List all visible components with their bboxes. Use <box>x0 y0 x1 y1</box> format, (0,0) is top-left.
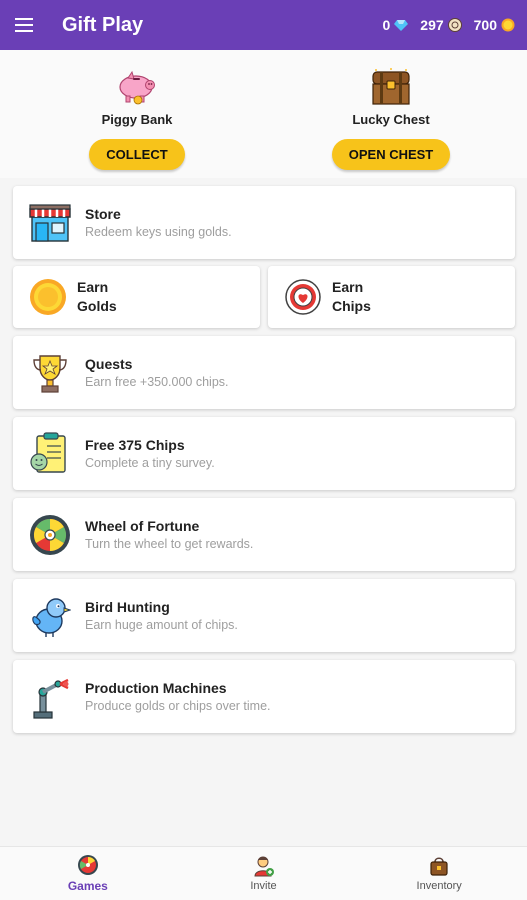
diamond-icon <box>394 20 409 31</box>
trophy-icon <box>33 354 67 393</box>
nav-games-label: Games <box>67 879 108 893</box>
bird-icon <box>32 597 71 637</box>
quests-subtitle: Earn free +350.000 chips. <box>85 375 229 389</box>
rewards-section: Piggy Bank COLLECT Lucky Chest OPEN CHES… <box>0 50 527 178</box>
chip-icon <box>447 18 462 32</box>
nav-inventory[interactable]: Inventory <box>351 847 527 900</box>
survey-card[interactable]: Free 375 Chips Complete a tiny survey. <box>13 417 515 490</box>
survey-title: Free 375 Chips <box>85 437 185 453</box>
currency-bar: 0 297 700 <box>382 17 515 33</box>
quests-card[interactable]: Quests Earn free +350.000 chips. <box>13 336 515 409</box>
games-wheel-icon <box>77 855 98 875</box>
wheel-title: Wheel of Fortune <box>85 518 200 534</box>
earn-chips-line1: Earn <box>332 279 364 295</box>
survey-subtitle: Complete a tiny survey. <box>85 456 215 470</box>
survey-clipboard-icon <box>30 431 66 473</box>
nav-invite-label: Invite <box>250 880 277 892</box>
quests-title: Quests <box>85 356 133 372</box>
app-bar: Gift Play 0 297 700 <box>0 0 527 50</box>
gold-coin-icon <box>501 18 515 32</box>
store-title: Store <box>85 206 121 222</box>
open-chest-button[interactable]: OPEN CHEST <box>331 139 451 170</box>
nav-invite[interactable]: Invite <box>176 847 352 900</box>
bird-hunting-subtitle: Earn huge amount of chips. <box>85 618 238 632</box>
wheel-subtitle: Turn the wheel to get rewards. <box>85 537 254 551</box>
store-card[interactable]: Store Redeem keys using golds. <box>13 186 515 259</box>
bottom-navigation: Games Invite Inventory <box>0 846 527 900</box>
robot-arm-icon <box>33 678 69 719</box>
menu-button[interactable] <box>0 0 50 50</box>
store-icon <box>29 203 71 242</box>
bird-hunting-title: Bird Hunting <box>85 599 170 615</box>
earn-golds-card[interactable]: Earn Golds <box>13 266 260 328</box>
store-subtitle: Redeem keys using golds. <box>85 225 232 239</box>
production-subtitle: Produce golds or chips over time. <box>85 699 271 713</box>
earn-golds-line2: Golds <box>77 298 117 314</box>
fortune-wheel-icon <box>30 514 70 555</box>
inventory-bag-icon <box>430 857 448 876</box>
lucky-chest-label: Lucky Chest <box>352 112 430 127</box>
app-title: Gift Play <box>62 13 144 36</box>
diamond-count: 0 <box>382 17 391 33</box>
production-title: Production Machines <box>85 680 227 696</box>
piggy-bank-icon <box>119 70 155 105</box>
nav-inventory-label: Inventory <box>416 880 462 892</box>
earn-chips-line2: Chips <box>332 298 371 314</box>
invite-person-icon <box>253 856 274 877</box>
gold-count: 700 <box>473 17 497 33</box>
production-card[interactable]: Production Machines Produce golds or chi… <box>13 660 515 733</box>
hamburger-menu-icon <box>15 18 33 32</box>
chip-balance: 297 <box>420 17 462 33</box>
lucky-chest: Lucky Chest OPEN CHEST <box>311 68 471 170</box>
nav-games[interactable]: Games <box>0 847 176 900</box>
piggy-bank-label: Piggy Bank <box>101 112 173 127</box>
earn-golds-line1: Earn <box>77 279 109 295</box>
collect-button[interactable]: COLLECT <box>89 139 185 170</box>
bird-hunting-card[interactable]: Bird Hunting Earn huge amount of chips. <box>13 579 515 652</box>
chip-count: 297 <box>420 17 444 33</box>
diamond-balance: 0 <box>382 17 409 33</box>
wheel-card[interactable]: Wheel of Fortune Turn the wheel to get r… <box>13 498 515 571</box>
earn-chips-card[interactable]: Earn Chips <box>268 266 515 328</box>
gold-balance: 700 <box>474 17 515 33</box>
treasure-chest-icon <box>372 68 410 105</box>
gold-coin-icon <box>30 279 66 315</box>
piggy-bank: Piggy Bank COLLECT <box>57 68 217 170</box>
poker-chip-icon <box>285 279 321 315</box>
